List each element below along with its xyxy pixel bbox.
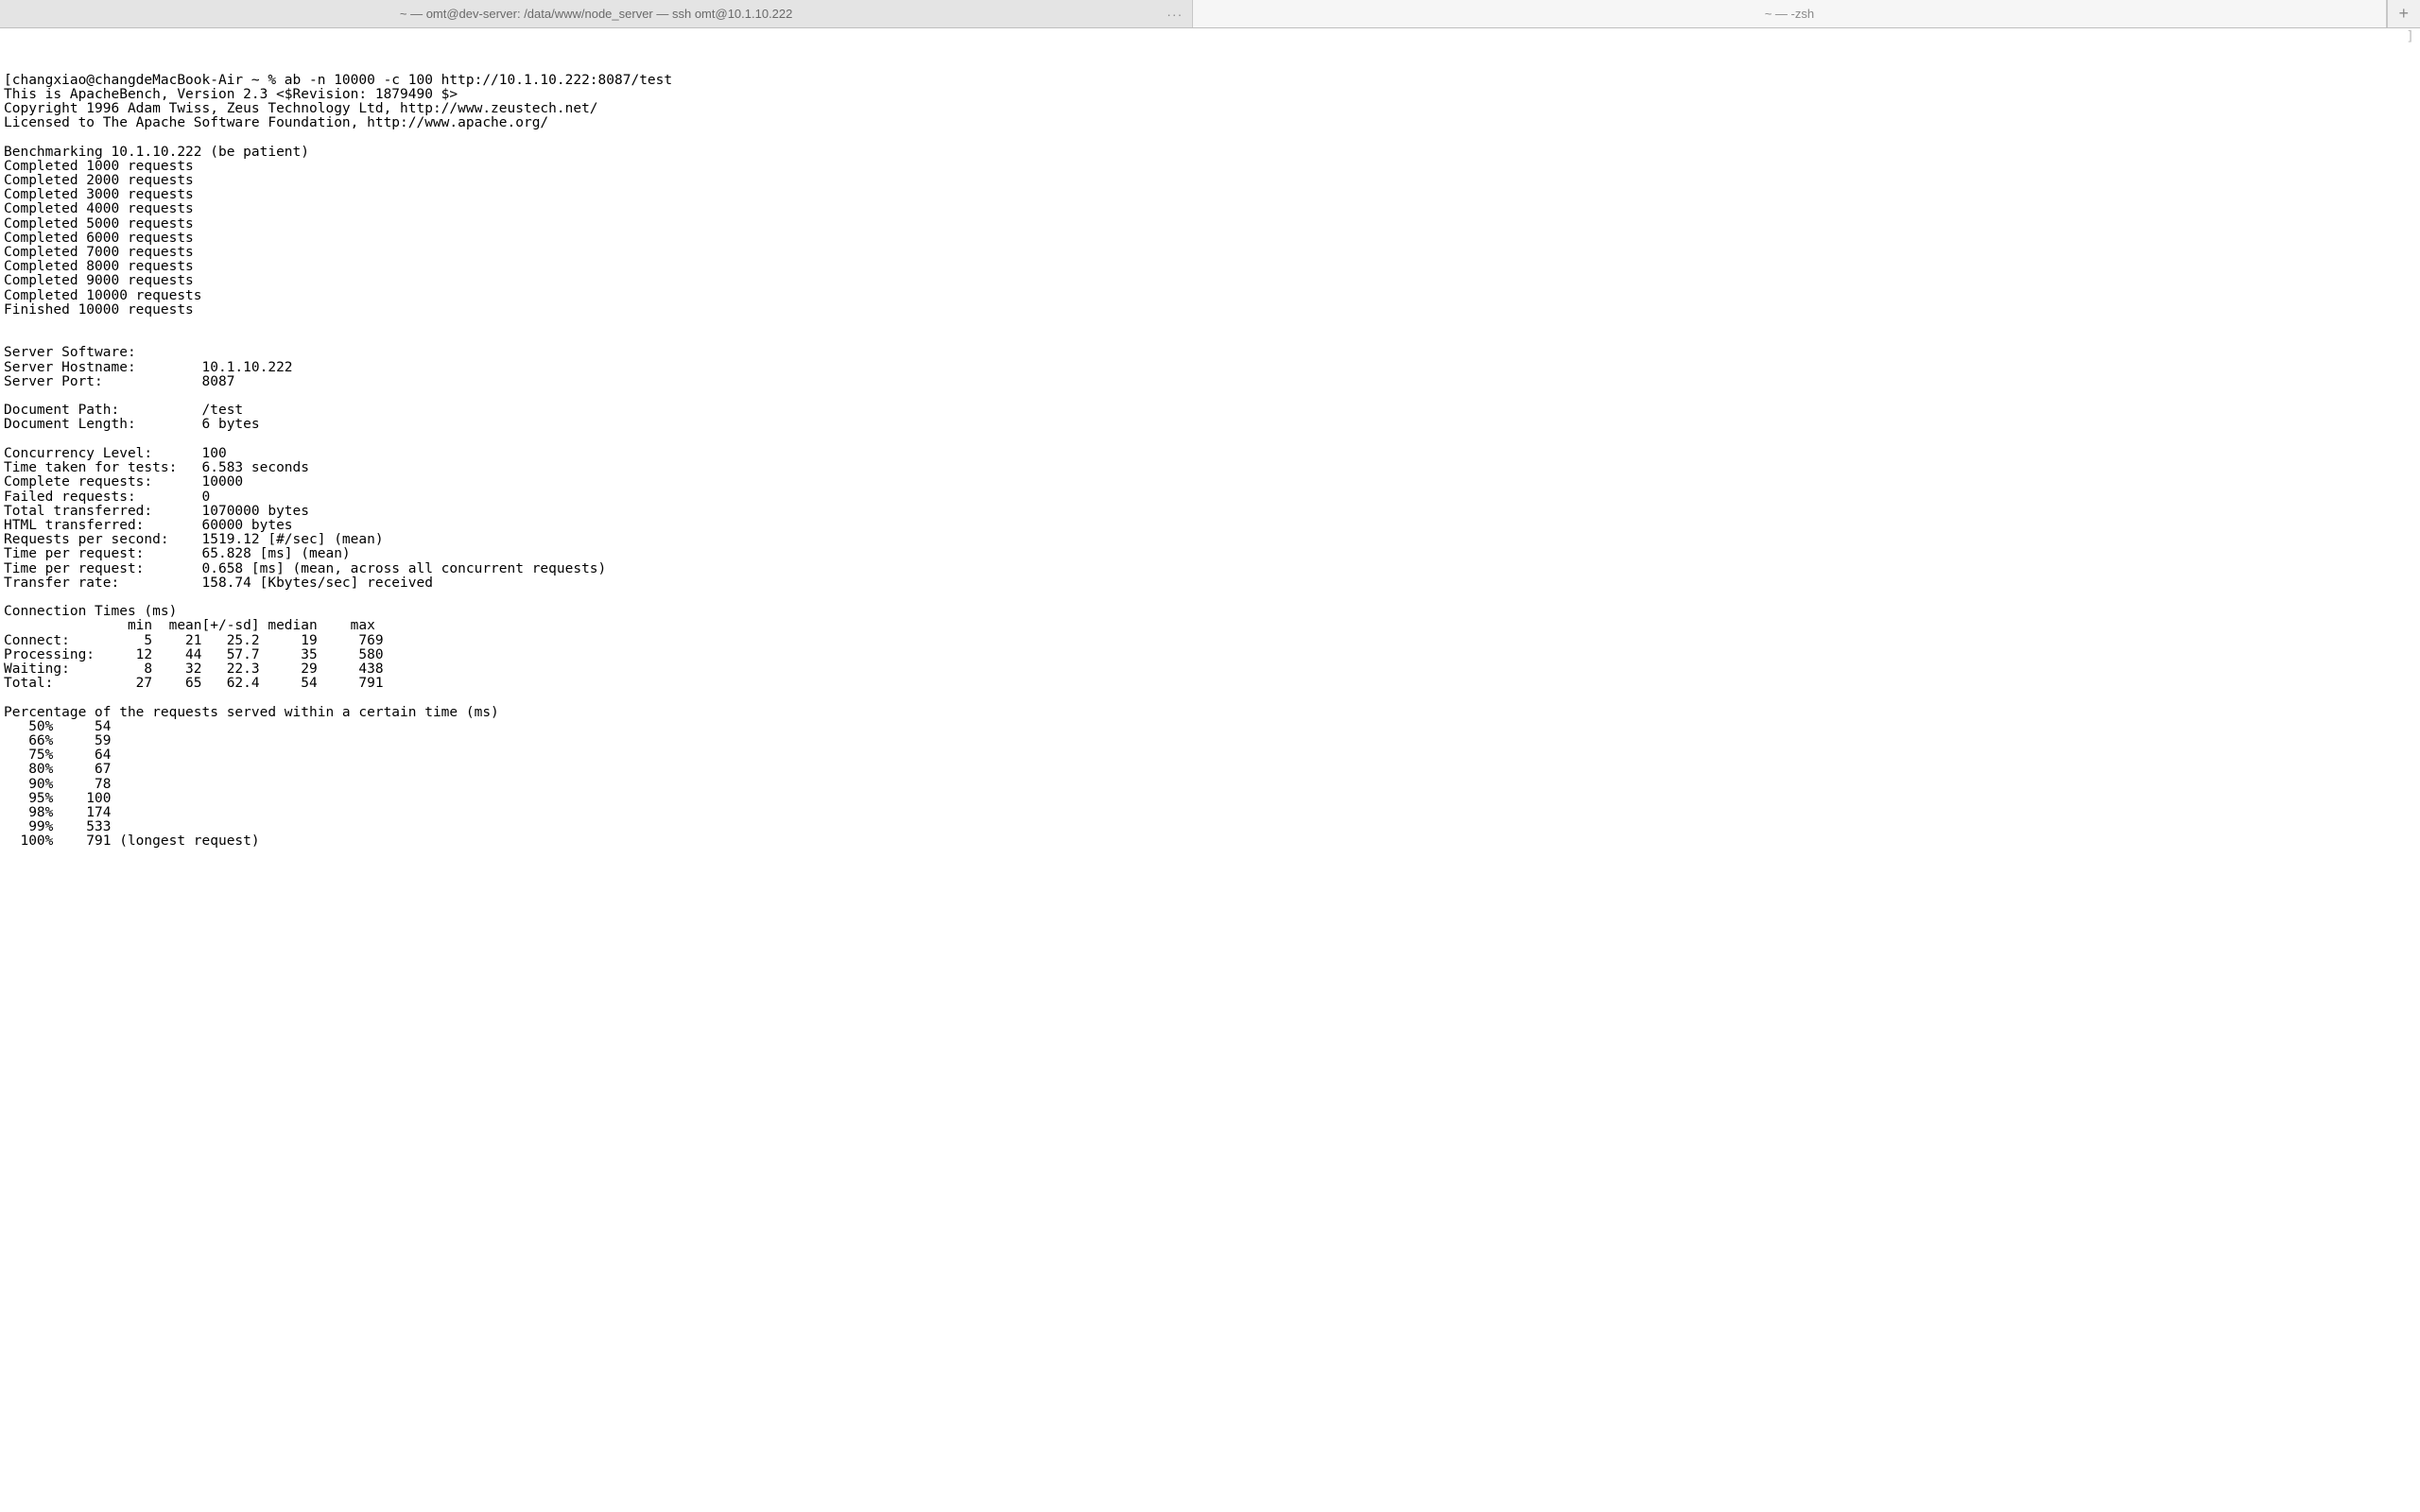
- tab-bar: ~ — omt@dev-server: /data/www/node_serve…: [0, 0, 2420, 28]
- tab-active[interactable]: ~ — omt@dev-server: /data/www/node_serve…: [0, 0, 1193, 27]
- tab-inactive[interactable]: ~ — -zsh: [1193, 0, 2386, 27]
- terminal-output[interactable]: ] [changxiao@changdeMacBook-Air ~ % ab -…: [0, 28, 2420, 1512]
- new-tab-button[interactable]: +: [2387, 0, 2420, 27]
- tab-overflow-icon[interactable]: ···: [1167, 7, 1183, 22]
- plus-icon: +: [2399, 4, 2410, 24]
- term-content: [changxiao@changdeMacBook-Air ~ % ab -n …: [4, 74, 2416, 850]
- tab-inactive-title: ~ — -zsh: [1765, 7, 1814, 21]
- tab-active-title: ~ — omt@dev-server: /data/www/node_serve…: [400, 7, 793, 21]
- right-bracket-decor: ]: [2406, 30, 2414, 44]
